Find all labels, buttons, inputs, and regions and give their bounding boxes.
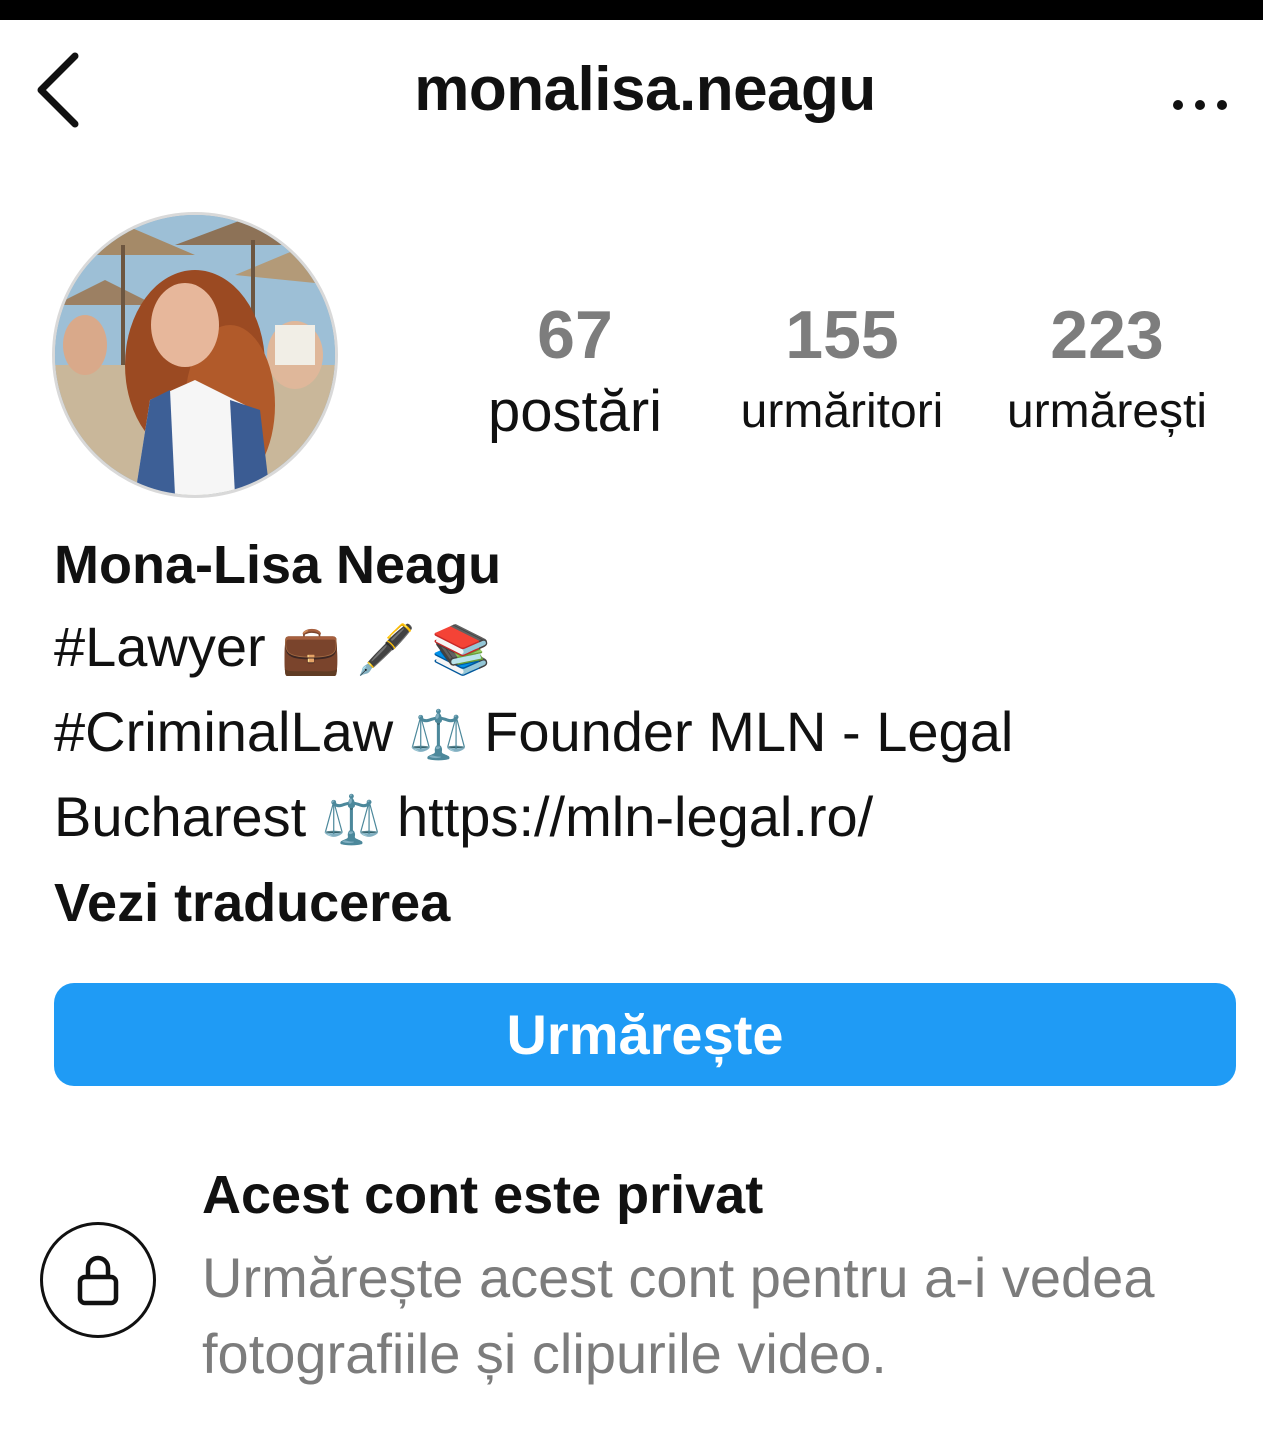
profile-stats: 67 postări 155 urmăritori 223 urmărești [460,290,1250,460]
page-title: monalisa.neagu [414,55,876,124]
chevron-left-icon [37,52,79,128]
website-link[interactable]: https://mln-legal.ro/ [397,785,873,848]
stat-followers-label: urmăritori [740,385,944,438]
profile-photo [55,215,335,495]
avatar[interactable] [52,212,338,498]
private-account-title: Acest cont este privat [202,1165,764,1225]
header: monalisa.neagu [0,20,1263,160]
private-account-description: Urmărește acest cont pentru a-i vedea fo… [202,1246,1155,1385]
scales-icon: ⚖️ [321,792,382,848]
profile-name: Mona-Lisa Neagu [54,535,502,595]
briefcase-pen-books-icon: 💼 🖋️ 📚 [281,622,492,678]
status-bar [0,0,1263,20]
stat-followers-count: 155 [785,297,899,373]
bio-line-2: #CriminalLaw ⚖️ Founder MLN - Legal [54,691,1234,776]
scales-icon: ⚖️ [408,707,469,763]
back-button[interactable] [28,40,88,140]
see-translation-link[interactable]: Vezi traducerea [54,861,1234,945]
hashtag-criminallaw[interactable]: #CriminalLaw [54,700,393,763]
stat-following[interactable]: 223 urmărești [982,290,1232,444]
more-horizontal-icon [1173,100,1227,110]
follow-button[interactable]: Urmărește [54,983,1236,1086]
stat-posts-label: postări [487,379,663,444]
lock-icon [40,1222,156,1338]
stat-following-label: urmărești [1006,385,1208,438]
profile-bio: Mona-Lisa Neagu #Lawyer 💼 🖋️ 📚 #Criminal… [54,530,1234,945]
stat-posts-count: 67 [537,297,613,373]
bio-line-1: #Lawyer 💼 🖋️ 📚 [54,606,1234,691]
more-options-button[interactable] [1160,75,1240,135]
bio-line-3: Bucharest ⚖️ https://mln-legal.ro/ [54,776,1234,861]
bio-city-text: Bucharest [54,785,307,848]
stat-posts[interactable]: 67 postări [460,290,690,444]
bio-founder-text: Founder MLN - Legal [484,700,1014,763]
hashtag-lawyer[interactable]: #Lawyer [54,615,266,678]
stat-followers[interactable]: 155 urmăritori [722,290,962,444]
stat-following-count: 223 [1050,297,1164,373]
